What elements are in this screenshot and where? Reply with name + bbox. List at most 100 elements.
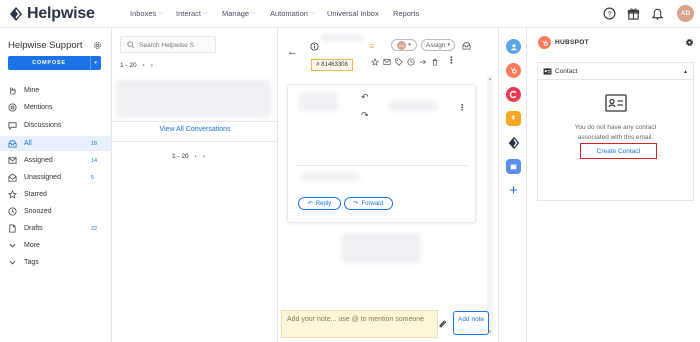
menu-icon[interactable]: ≡ [369,41,374,51]
sidebar-item-label: Tags [24,259,39,266]
hubspot-app-icon[interactable] [506,63,521,78]
nav-automation-label: Automation [270,9,308,18]
user-avatar[interactable]: AD [677,5,694,22]
next-page-icon[interactable]: › [151,62,153,69]
calendar-app-icon[interactable] [506,159,521,174]
assign-dropdown[interactable]: Assign ▾ [421,39,455,51]
archive-icon[interactable] [462,41,471,50]
ticket-id-badge: # 81463308 [311,59,353,71]
scroll-up-icon[interactable]: ▲ [488,76,492,81]
sidebar-item-starred[interactable]: Starred [0,187,111,202]
info-icon[interactable] [310,42,319,51]
sidebar-item-drafts[interactable]: Drafts 22 [0,221,111,236]
chevron-down-icon: ▾ [408,42,411,48]
hubspot-sprocket-icon [510,67,517,74]
forward-icon[interactable]: ↷ [361,110,369,121]
more-vertical-icon[interactable]: ⋮ [447,55,456,66]
note-input[interactable]: Add your note... use @ to mention someon… [281,310,438,338]
sidebar-item-discussions[interactable]: Discussions [0,118,111,133]
helpwise-logo-icon [508,136,519,149]
sidebar-item-label: Mine [24,87,40,94]
count-badge: 5 [91,174,95,181]
no-contact-message: You do not have any contact associated w… [538,123,693,143]
trash-icon[interactable] [431,58,439,66]
workspace-title: Helpwise Support [8,40,83,51]
sidebar-item-tags[interactable]: Tags [0,255,111,270]
sidebar-item-label: Mentions [24,104,53,111]
assignee-pill[interactable]: AD ▾ [391,39,417,51]
sidebar-item-assigned[interactable]: Assigned 14 [0,153,111,168]
no-contact-line-1: You do not have any contact [574,124,657,131]
crm-c-icon [509,90,517,99]
nav-reports[interactable]: Reports [393,9,419,18]
help-icon[interactable]: ? [603,7,616,20]
chevron-down-icon: ⌵ [251,10,256,16]
forward-button[interactable]: ↷ Forward [344,197,393,210]
nav-manage[interactable]: Manage ⌵ [222,9,256,18]
blurred-conversation-item[interactable] [116,80,271,118]
crm-app-icon[interactable] [506,87,521,102]
compose-label: COMPOSE [32,60,66,66]
search-box[interactable] [120,36,216,53]
hubspot-panel: HUBSPOT Contact ▲ You do not have any co… [528,28,700,342]
sidebar-item-snoozed[interactable]: Snoozed [0,204,111,219]
tag-icon[interactable] [395,58,403,66]
add-note-button[interactable]: Add note [453,311,489,335]
contact-section: Contact ▲ You do not have any contact as… [537,62,694,201]
more-vertical-icon[interactable]: ⋮ [458,103,466,112]
attachment-icon[interactable] [438,319,447,329]
helpwise-app-icon[interactable] [506,135,521,150]
sidebar-item-all[interactable]: All 19 [0,136,111,151]
sidebar-item-mentions[interactable]: Mentions [0,100,111,115]
sidebar-item-label: All [24,140,32,147]
sidebar-item-label: Snoozed [24,208,52,215]
pager-range: 1 - 20 [120,62,137,69]
gear-icon[interactable] [93,41,102,50]
compose-dropdown-icon[interactable]: ▾ [90,56,101,70]
arrow-right-icon[interactable] [419,58,427,66]
pager-bottom: 1 - 20 ‹ › [172,153,205,160]
gear-icon[interactable] [685,38,694,47]
mail-icon[interactable] [383,58,391,66]
nav-universal-inbox-label: Universal Inbox [327,9,379,18]
view-all-conversations-link[interactable]: View All Conversations [112,126,278,133]
prev-page-icon[interactable]: ‹ [143,62,145,69]
no-contact-line-2: associated with this email. [577,134,654,141]
sidebar-item-more[interactable]: More [0,238,111,253]
clock-icon [8,207,17,216]
search-input[interactable] [139,39,213,51]
sidebar: Helpwise Support COMPOSE ▾ Mine Mentions… [0,28,112,342]
reply-icon[interactable]: ↶ [361,92,369,103]
search-icon [127,41,135,49]
chevron-up-icon[interactable]: ▲ [683,69,688,75]
bell-icon[interactable] [651,7,664,20]
sidebar-item-label: Starred [24,191,47,198]
gift-icon[interactable] [627,7,640,20]
contact-app-icon[interactable] [506,39,521,54]
compose-button[interactable]: COMPOSE ▾ [8,56,101,70]
chevron-down-icon [9,260,16,265]
at-icon [8,103,17,112]
back-arrow-icon[interactable]: ← [287,46,298,58]
scrollbar[interactable]: ▲ ▼ [487,76,493,334]
contact-card-icon [543,68,552,75]
coin-app-icon[interactable]: ¢ [506,111,521,126]
reply-button[interactable]: ↶ Reply [298,197,341,210]
add-app-icon[interactable]: + [506,182,521,199]
prev-page-icon[interactable]: ‹ [195,153,197,160]
create-contact-button[interactable]: Create Contact [580,143,657,159]
clock-icon[interactable] [407,58,415,66]
sidebar-item-unassigned[interactable]: Unassigned 5 [0,170,111,185]
nav-inboxes[interactable]: Inboxes ⌵ [130,9,163,18]
sidebar-item-label: Unassigned [24,174,61,181]
star-icon[interactable] [371,58,379,66]
next-page-icon[interactable]: › [203,153,205,160]
contact-section-header[interactable]: Contact ▲ [538,63,693,80]
conversation-list: 1 - 20 ‹ › View All Conversations 1 - 20… [112,28,278,342]
logo[interactable]: Helpwise [8,5,95,23]
nav-automation[interactable]: Automation ⌵ [270,9,315,18]
email-thread: ← # 81463308 ≡ AD ▾ Assign ▾ ⋮ ▲ ▼ ↶ ↷ ⋮… [279,28,497,342]
nav-universal-inbox[interactable]: Universal Inbox [327,9,379,18]
sidebar-item-mine[interactable]: Mine [0,83,111,98]
nav-interact[interactable]: Interact ⌵ [176,9,208,18]
